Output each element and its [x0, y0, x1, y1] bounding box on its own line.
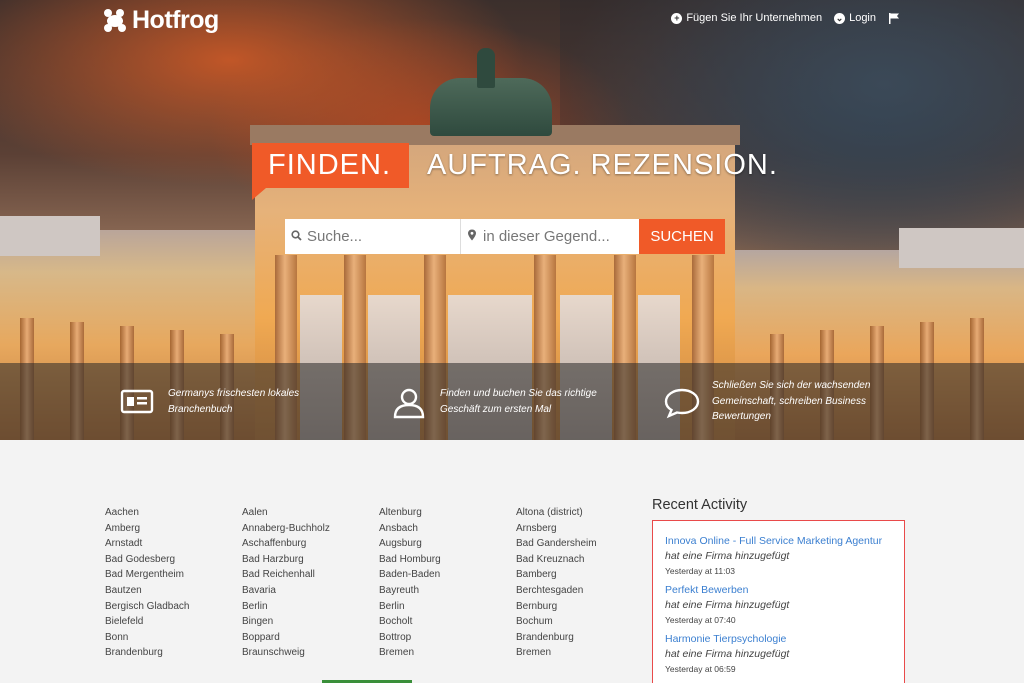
city-link[interactable]: Bad Harzburg [242, 552, 330, 568]
activity-item: Innova Online - Full Service Marketing A… [665, 534, 892, 578]
city-link[interactable]: Bergisch Gladbach [105, 599, 190, 615]
add-business-link[interactable]: + Fügen Sie Ihr Unternehmen [671, 12, 822, 24]
search-bar: SUCHEN [285, 219, 725, 254]
tagline-rest: AUFTRAG. REZENSION. [427, 149, 778, 181]
city-list-column: Aalen Annaberg-Buchholz Aschaffenburg Ba… [242, 505, 330, 661]
city-link[interactable]: Bremen [516, 645, 597, 661]
city-link[interactable]: Bernburg [516, 599, 597, 615]
city-link[interactable]: Bonn [105, 630, 190, 646]
feature-text: Finden und buchen Sie das richtige Gesch… [440, 388, 597, 415]
hero-tagline: FINDEN. AUFTRAG. REZENSION. [252, 143, 778, 200]
plus-circle-icon: + [671, 12, 683, 24]
login-label: Login [849, 12, 876, 24]
city-link[interactable]: Brandenburg [105, 645, 190, 661]
location-pin-icon [461, 229, 483, 244]
city-link[interactable]: Annaberg-Buchholz [242, 521, 330, 537]
city-link[interactable]: Aalen [242, 505, 330, 521]
city-link[interactable]: Augsburg [379, 536, 441, 552]
activity-timestamp: Yesterday at 07:40 [665, 615, 736, 625]
activity-item: Perfekt Bewerben hat eine Firma hinzugef… [665, 583, 892, 627]
hero-banner: Hotfrog + Fügen Sie Ihr Unternehmen ⌄ Lo… [0, 0, 1024, 440]
city-link[interactable]: Aachen [105, 505, 190, 521]
city-link[interactable]: Bad Godesberg [105, 552, 190, 568]
city-link[interactable]: Ansbach [379, 521, 441, 537]
city-link[interactable]: Bad Gandersheim [516, 536, 597, 552]
city-link[interactable]: Baden-Baden [379, 567, 441, 583]
city-link[interactable]: Bamberg [516, 567, 597, 583]
search-input[interactable] [307, 228, 457, 245]
city-link[interactable]: Berlin [379, 599, 441, 615]
activity-business-link[interactable]: Harmonie Tierpsychologie [665, 632, 892, 647]
city-list-column: Aachen Amberg Arnstadt Bad Godesberg Bad… [105, 505, 190, 661]
feature-item: Germanys frischesten lokales Branchenbuc… [120, 363, 318, 440]
city-link[interactable]: Bayreuth [379, 583, 441, 599]
id-card-icon [120, 387, 154, 417]
city-link[interactable]: Brandenburg [516, 630, 597, 646]
activity-business-link[interactable]: Innova Online - Full Service Marketing A… [665, 534, 892, 549]
city-link[interactable]: Boppard [242, 630, 330, 646]
quadriga-figure [477, 48, 495, 88]
speech-bubble-icon [664, 387, 700, 418]
city-list-column: Altona (district) Arnsberg Bad Gandershe… [516, 505, 597, 661]
activity-business-link[interactable]: Perfekt Bewerben [665, 583, 892, 598]
city-link[interactable]: Altenburg [379, 505, 441, 521]
city-link[interactable]: Bocholt [379, 614, 441, 630]
activity-description: hat eine Firma hinzugefügt [665, 599, 790, 611]
city-link[interactable]: Bremen [379, 645, 441, 661]
search-what-field [285, 219, 461, 254]
search-button[interactable]: SUCHEN [639, 219, 725, 254]
top-navigation: + Fügen Sie Ihr Unternehmen ⌄ Login [671, 12, 900, 24]
location-input[interactable] [483, 228, 633, 245]
city-link[interactable]: Berchtesgaden [516, 583, 597, 599]
city-link[interactable]: Berlin [242, 599, 330, 615]
feature-item: Schließen Sie sich der wachsenden Gemein… [664, 363, 882, 440]
activity-item: Harmonie Tierpsychologie hat eine Firma … [665, 632, 892, 676]
city-link[interactable]: Bottrop [379, 630, 441, 646]
city-link[interactable]: Aschaffenburg [242, 536, 330, 552]
flag-button[interactable] [888, 12, 900, 24]
recent-activity-panel: Innova Online - Full Service Marketing A… [652, 520, 905, 683]
login-link[interactable]: ⌄ Login [834, 12, 876, 24]
city-link[interactable]: Bad Reichenhall [242, 567, 330, 583]
city-link[interactable]: Altona (district) [516, 505, 597, 521]
add-business-label: Fügen Sie Ihr Unternehmen [686, 12, 823, 24]
feature-strip: Germanys frischesten lokales Branchenbuc… [0, 363, 1024, 440]
frog-logo-icon [104, 8, 128, 33]
chevron-circle-icon: ⌄ [834, 12, 846, 24]
city-link[interactable]: Arnstadt [105, 536, 190, 552]
recent-activity-title: Recent Activity [652, 497, 748, 513]
city-link[interactable]: Bad Homburg [379, 552, 441, 568]
activity-description: hat eine Firma hinzugefügt [665, 550, 790, 562]
feature-text: Schließen Sie sich der wachsenden Gemein… [712, 380, 871, 423]
city-link[interactable]: Bavaria [242, 583, 330, 599]
activity-description: hat eine Firma hinzugefügt [665, 648, 790, 660]
search-where-field [461, 219, 639, 254]
city-link[interactable]: Arnsberg [516, 521, 597, 537]
user-icon [392, 387, 426, 418]
activity-timestamp: Yesterday at 06:59 [665, 664, 736, 674]
city-link[interactable]: Braunschweig [242, 645, 330, 661]
city-link[interactable]: Amberg [105, 521, 190, 537]
city-link[interactable]: Bochum [516, 614, 597, 630]
city-link[interactable]: Bingen [242, 614, 330, 630]
logo-text: Hotfrog [132, 6, 219, 34]
logo[interactable]: Hotfrog [104, 6, 219, 35]
city-link[interactable]: Bad Kreuznach [516, 552, 597, 568]
city-link[interactable]: Bautzen [105, 583, 190, 599]
activity-timestamp: Yesterday at 11:03 [665, 566, 735, 576]
feature-item: Finden und buchen Sie das richtige Gesch… [392, 363, 610, 440]
tagline-highlight: FINDEN. [252, 143, 409, 200]
city-link[interactable]: Bad Mergentheim [105, 567, 190, 583]
city-list-column: Altenburg Ansbach Augsburg Bad Homburg B… [379, 505, 441, 661]
city-link[interactable]: Bielefeld [105, 614, 190, 630]
feature-text: Germanys frischesten lokales Branchenbuc… [168, 388, 300, 415]
search-icon [285, 229, 307, 244]
flag-icon [889, 13, 899, 24]
